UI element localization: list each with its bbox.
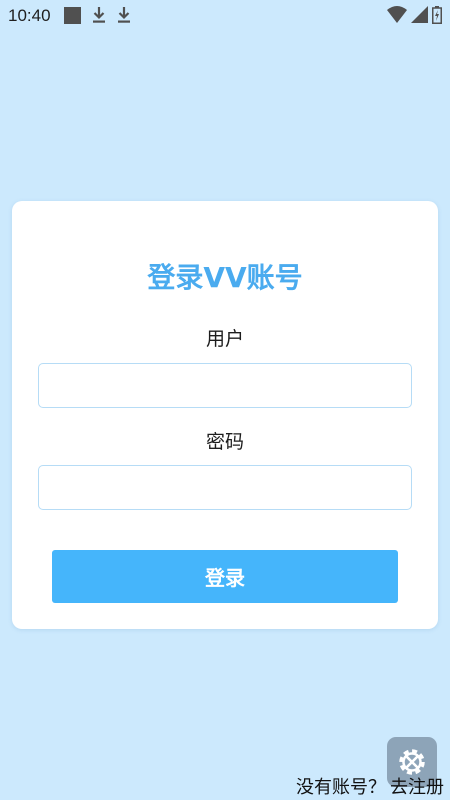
battery-icon [432, 6, 442, 24]
username-input[interactable] [38, 363, 412, 408]
register-link[interactable]: 去注册 [390, 777, 444, 798]
password-input[interactable] [38, 465, 412, 510]
notification-icons [64, 6, 141, 24]
login-card: 登录VV账号 用户 密码 登录 [12, 201, 438, 629]
wifi-icon [387, 6, 407, 23]
download-icon [118, 7, 130, 23]
login-title: 登录VV账号 [147, 261, 303, 294]
signal-icon [411, 6, 428, 23]
password-label: 密码 [205, 431, 244, 453]
status-bar: 10:40 [0, 0, 450, 32]
username-label: 用户 [205, 328, 244, 350]
login-button[interactable]: 登录 [52, 550, 398, 603]
status-time: 10:40 [8, 6, 51, 25]
system-icons [383, 6, 442, 24]
no-account-text: 没有账号？ [296, 777, 386, 798]
register-prompt: 没有账号？ 去注册 [296, 773, 444, 799]
download-icon [93, 7, 105, 23]
stop-square-icon [64, 6, 81, 24]
